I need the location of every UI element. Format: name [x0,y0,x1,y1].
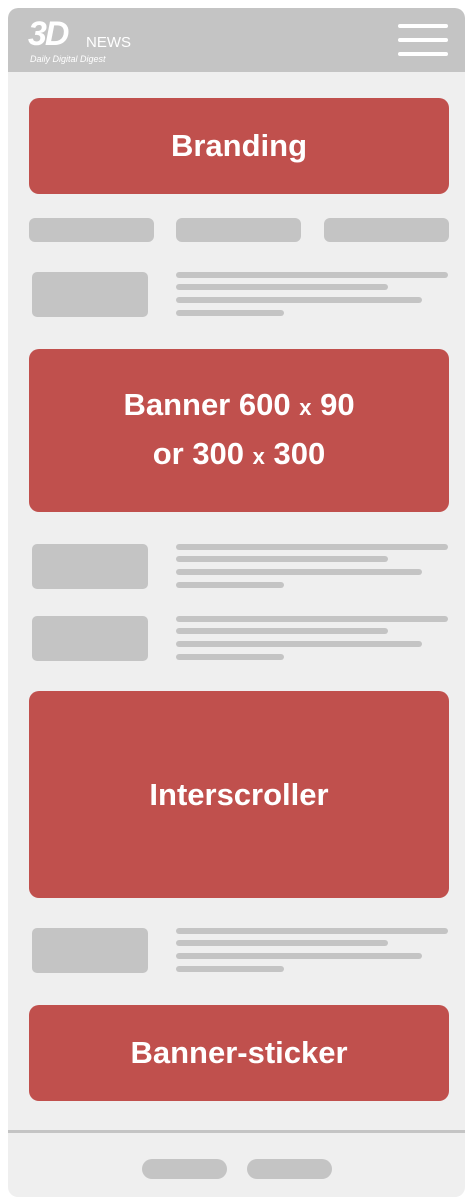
article-text-line [176,966,284,972]
article-text-line [176,556,388,562]
article-text-line [176,284,388,290]
article-text-line [176,616,448,622]
ad-label: Branding [170,128,308,163]
menu-bar-line [398,24,448,28]
article-thumbnail [32,544,148,589]
nav-tab-placeholder[interactable] [176,218,301,242]
article-text-line [176,297,422,303]
article-text-line [176,654,284,660]
article-thumbnail [32,272,148,317]
nav-tab-placeholder[interactable] [29,218,154,242]
ad-label: Interscroller [149,776,329,812]
ad-slot-interscroller[interactable]: Interscroller [29,691,449,898]
article-text-line [176,928,448,934]
phone-mockup: 3D NEWS Daily Digital Digest Branding Ba… [8,8,465,1197]
logo-3d-text: 3D [28,15,69,53]
site-logo[interactable]: 3D NEWS Daily Digital Digest [28,15,168,64]
article-text-line [176,544,448,550]
header-bar: 3D NEWS Daily Digital Digest [8,8,465,72]
article-thumbnail [32,928,148,973]
article-text-line [176,582,284,588]
ad-slot-branding[interactable]: Branding [29,98,449,194]
footer-link-placeholder[interactable] [247,1159,332,1179]
ad-label: Banner 600 x 90 or 300 x 300 [123,382,354,480]
article-list-item[interactable] [32,272,449,320]
nav-tab-placeholder[interactable] [324,218,449,242]
banner-size-2: or 300 [152,435,245,471]
ad-label: Banner-sticker [130,1035,348,1070]
ad-slot-sticker[interactable]: Banner-sticker [29,1005,449,1101]
article-text-line [176,641,422,647]
banner-size-2b: 300 [273,435,326,471]
menu-bar-line [398,52,448,56]
logo-news-text: NEWS [86,34,131,51]
article-text-line [176,940,388,946]
footer-link-placeholder[interactable] [142,1159,227,1179]
article-list-item[interactable] [32,928,449,976]
menu-bar-line [398,38,448,42]
article-text-line [176,569,422,575]
banner-size-1b: 90 [320,386,355,422]
article-thumbnail [32,616,148,661]
times-sign: x [299,394,312,420]
article-text-line [176,953,422,959]
article-text-line [176,310,284,316]
times-sign: x [252,443,265,469]
article-text-line [176,272,448,278]
article-text-line [176,628,388,634]
article-list-item[interactable] [32,616,449,664]
banner-size-1: Banner 600 [123,386,291,422]
article-list-item[interactable] [32,544,449,592]
footer-divider [8,1130,465,1133]
logo-tagline: Daily Digital Digest [30,54,106,64]
hamburger-menu-icon[interactable] [398,24,448,56]
ad-slot-banner[interactable]: Banner 600 x 90 or 300 x 300 [29,349,449,512]
